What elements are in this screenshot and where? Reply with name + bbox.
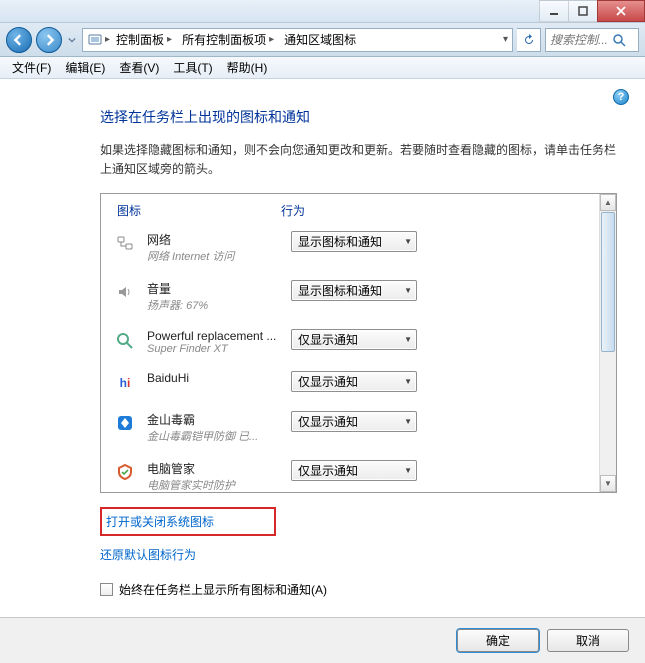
- menu-help[interactable]: 帮助(H): [221, 57, 274, 78]
- menu-file[interactable]: 文件(F): [6, 57, 57, 78]
- scroll-down-button[interactable]: ▼: [600, 475, 616, 492]
- dialog-footer: 确定 取消: [0, 617, 645, 663]
- item-title: 电脑管家: [147, 460, 281, 477]
- col-header-action: 行为: [281, 202, 587, 219]
- behavior-dropdown[interactable]: 显示图标和通知 ▼: [291, 280, 417, 301]
- breadcrumb-label: 控制面板: [116, 31, 164, 48]
- list-item: 网络网络 Internet 访问 显示图标和通知 ▼: [113, 231, 587, 264]
- dropdown-value: 仅显示通知: [298, 413, 358, 430]
- chevron-right-icon: ▸: [269, 34, 274, 45]
- search-box[interactable]: [545, 28, 639, 52]
- item-title: BaiduHi: [147, 371, 281, 385]
- restore-defaults-link[interactable]: 还原默认图标行为: [100, 546, 196, 563]
- scrollbar[interactable]: ▲ ▼: [599, 194, 616, 492]
- control-panel-icon: [87, 32, 103, 48]
- volume-icon: [113, 280, 137, 304]
- app-icon: [113, 411, 137, 435]
- back-button[interactable]: [6, 27, 32, 53]
- list-item: hi BaiduHi 仅显示通知 ▼: [113, 371, 587, 395]
- dropdown-value: 仅显示通知: [298, 462, 358, 479]
- behavior-dropdown[interactable]: 仅显示通知 ▼: [291, 460, 417, 481]
- network-icon: [113, 231, 137, 255]
- list-item: 金山毒霸金山毒霸铠甲防御 已... 仅显示通知 ▼: [113, 411, 587, 444]
- maximize-button[interactable]: [568, 0, 598, 22]
- search-input[interactable]: [550, 33, 612, 47]
- dropdown-value: 显示图标和通知: [298, 282, 382, 299]
- highlight-box: 打开或关闭系统图标: [100, 507, 276, 536]
- page-title: 选择在任务栏上出现的图标和通知: [100, 107, 617, 127]
- content-area: ? 选择在任务栏上出现的图标和通知 如果选择隐藏图标和通知，则不会向您通知更改和…: [0, 79, 645, 615]
- cancel-button[interactable]: 取消: [547, 629, 629, 652]
- menu-edit[interactable]: 编辑(E): [59, 57, 111, 78]
- ok-button[interactable]: 确定: [457, 629, 539, 652]
- app-icon: [113, 460, 137, 484]
- breadcrumb-seg[interactable]: 控制面板▸: [112, 29, 176, 51]
- item-subtitle: 扬声器: 67%: [147, 297, 281, 313]
- minimize-button[interactable]: [539, 0, 569, 22]
- help-icon[interactable]: ?: [613, 89, 629, 105]
- chevron-down-icon[interactable]: ▾: [503, 34, 508, 45]
- scroll-up-button[interactable]: ▲: [600, 194, 616, 211]
- chevron-right-icon: ▸: [105, 34, 110, 45]
- list-item: 音量扬声器: 67% 显示图标和通知 ▼: [113, 280, 587, 313]
- item-subtitle: 电脑管家实时防护: [147, 477, 281, 492]
- col-header-icon: 图标: [113, 202, 281, 219]
- dropdown-value: 仅显示通知: [298, 373, 358, 390]
- item-subtitle: Super Finder XT: [147, 343, 281, 355]
- breadcrumb-seg[interactable]: 通知区域图标: [280, 29, 360, 51]
- chevron-down-icon: ▼: [404, 466, 412, 475]
- item-title: 金山毒霸: [147, 411, 281, 428]
- address-bar: ▸ 控制面板▸ 所有控制面板项▸ 通知区域图标 ▾: [0, 23, 645, 57]
- behavior-dropdown[interactable]: 仅显示通知 ▼: [291, 411, 417, 432]
- behavior-dropdown[interactable]: 显示图标和通知 ▼: [291, 231, 417, 252]
- history-dropdown-icon[interactable]: [66, 30, 78, 50]
- system-icons-link[interactable]: 打开或关闭系统图标: [106, 513, 214, 530]
- chevron-right-icon: ▸: [167, 34, 172, 45]
- always-show-checkbox-row[interactable]: 始终在任务栏上显示所有图标和通知(A): [100, 581, 617, 598]
- app-icon: hi: [113, 371, 137, 395]
- item-title: 网络: [147, 231, 281, 248]
- close-button[interactable]: [597, 0, 645, 22]
- item-subtitle: 网络 Internet 访问: [147, 248, 281, 264]
- menu-bar: 文件(F) 编辑(E) 查看(V) 工具(T) 帮助(H): [0, 57, 645, 79]
- chevron-down-icon: ▼: [404, 335, 412, 344]
- item-title: Powerful replacement ...: [147, 329, 281, 343]
- breadcrumb-label: 通知区域图标: [284, 31, 356, 48]
- refresh-button[interactable]: [517, 28, 541, 52]
- icon-list: 图标 行为 网络网络 Internet 访问 显示图标和通知 ▼ 音量扬声器: 6…: [100, 193, 617, 493]
- chevron-down-icon: ▼: [404, 286, 412, 295]
- window-titlebar: [0, 0, 645, 23]
- breadcrumb-label: 所有控制面板项: [182, 31, 266, 48]
- list-item: Powerful replacement ...Super Finder XT …: [113, 329, 587, 355]
- item-title: 音量: [147, 280, 281, 297]
- chevron-down-icon: ▼: [404, 237, 412, 246]
- list-header: 图标 行为: [113, 202, 587, 219]
- app-icon: [113, 329, 137, 353]
- dropdown-value: 显示图标和通知: [298, 233, 382, 250]
- checkbox[interactable]: [100, 583, 113, 596]
- chevron-down-icon: ▼: [404, 417, 412, 426]
- menu-view[interactable]: 查看(V): [113, 57, 165, 78]
- breadcrumb-seg[interactable]: 所有控制面板项▸: [178, 29, 278, 51]
- page-description: 如果选择隐藏图标和通知，则不会向您通知更改和更新。若要随时查看隐藏的图标，请单击…: [100, 141, 617, 179]
- behavior-dropdown[interactable]: 仅显示通知 ▼: [291, 371, 417, 392]
- behavior-dropdown[interactable]: 仅显示通知 ▼: [291, 329, 417, 350]
- menu-tools[interactable]: 工具(T): [167, 57, 218, 78]
- breadcrumb[interactable]: ▸ 控制面板▸ 所有控制面板项▸ 通知区域图标 ▾: [82, 28, 513, 52]
- item-subtitle: 金山毒霸铠甲防御 已...: [147, 428, 281, 444]
- list-item: 电脑管家电脑管家实时防护 仅显示通知 ▼: [113, 460, 587, 492]
- dropdown-value: 仅显示通知: [298, 331, 358, 348]
- scroll-thumb[interactable]: [601, 212, 615, 352]
- search-icon: [612, 33, 626, 47]
- forward-button[interactable]: [36, 27, 62, 53]
- chevron-down-icon: ▼: [404, 377, 412, 386]
- checkbox-label: 始终在任务栏上显示所有图标和通知(A): [119, 581, 327, 598]
